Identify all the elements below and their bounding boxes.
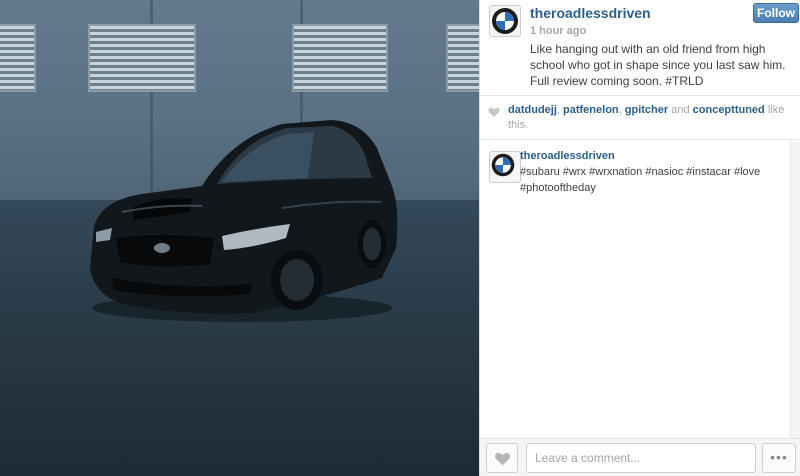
comment-input[interactable] xyxy=(526,443,756,473)
follow-button[interactable]: Follow xyxy=(753,3,799,23)
photo-vent xyxy=(292,24,388,92)
car-image xyxy=(90,120,398,322)
post-details-panel: theroadlessdriven 1 hour ago Like hangin… xyxy=(479,0,800,476)
comments-scrollbar[interactable] xyxy=(790,141,800,438)
comments-list: theroadlessdriven #subaru #wrx #wrxnatio… xyxy=(480,141,789,438)
photo-vent xyxy=(446,24,479,92)
more-options-button[interactable]: ••• xyxy=(762,443,796,473)
liker-link[interactable]: datdudejj xyxy=(508,104,557,116)
avatar[interactable] xyxy=(489,5,521,37)
post-caption: Like hanging out with an old friend from… xyxy=(530,42,786,88)
liker-link[interactable]: concepttuned xyxy=(693,104,765,116)
likes-section: datdudejj, patfenelon, gpitcher and conc… xyxy=(480,96,800,140)
heart-icon xyxy=(495,452,510,466)
bmw-logo-icon xyxy=(491,153,515,177)
avatar[interactable] xyxy=(489,151,521,183)
post-header: theroadlessdriven 1 hour ago Like hangin… xyxy=(480,0,800,96)
liker-link[interactable]: gpitcher xyxy=(625,104,668,116)
comment-footer: ••• xyxy=(480,438,800,476)
bmw-logo-icon xyxy=(492,8,518,34)
comment-text: #subaru #wrx #wrxnation #nasioc #instaca… xyxy=(520,166,761,194)
comment-username[interactable]: theroadlessdriven xyxy=(520,150,615,162)
liker-link[interactable]: patfenelon xyxy=(563,104,619,116)
heart-icon xyxy=(488,107,500,117)
post-timestamp[interactable]: 1 hour ago xyxy=(530,25,586,37)
photo-vent xyxy=(88,24,196,92)
likes-separator: and xyxy=(668,104,693,116)
photo-vent xyxy=(0,24,36,92)
like-button[interactable] xyxy=(486,443,518,473)
likes-text: datdudejj, patfenelon, gpitcher and conc… xyxy=(508,103,794,133)
post-photo[interactable] xyxy=(0,0,479,476)
post-username[interactable]: theroadlessdriven xyxy=(530,5,651,21)
